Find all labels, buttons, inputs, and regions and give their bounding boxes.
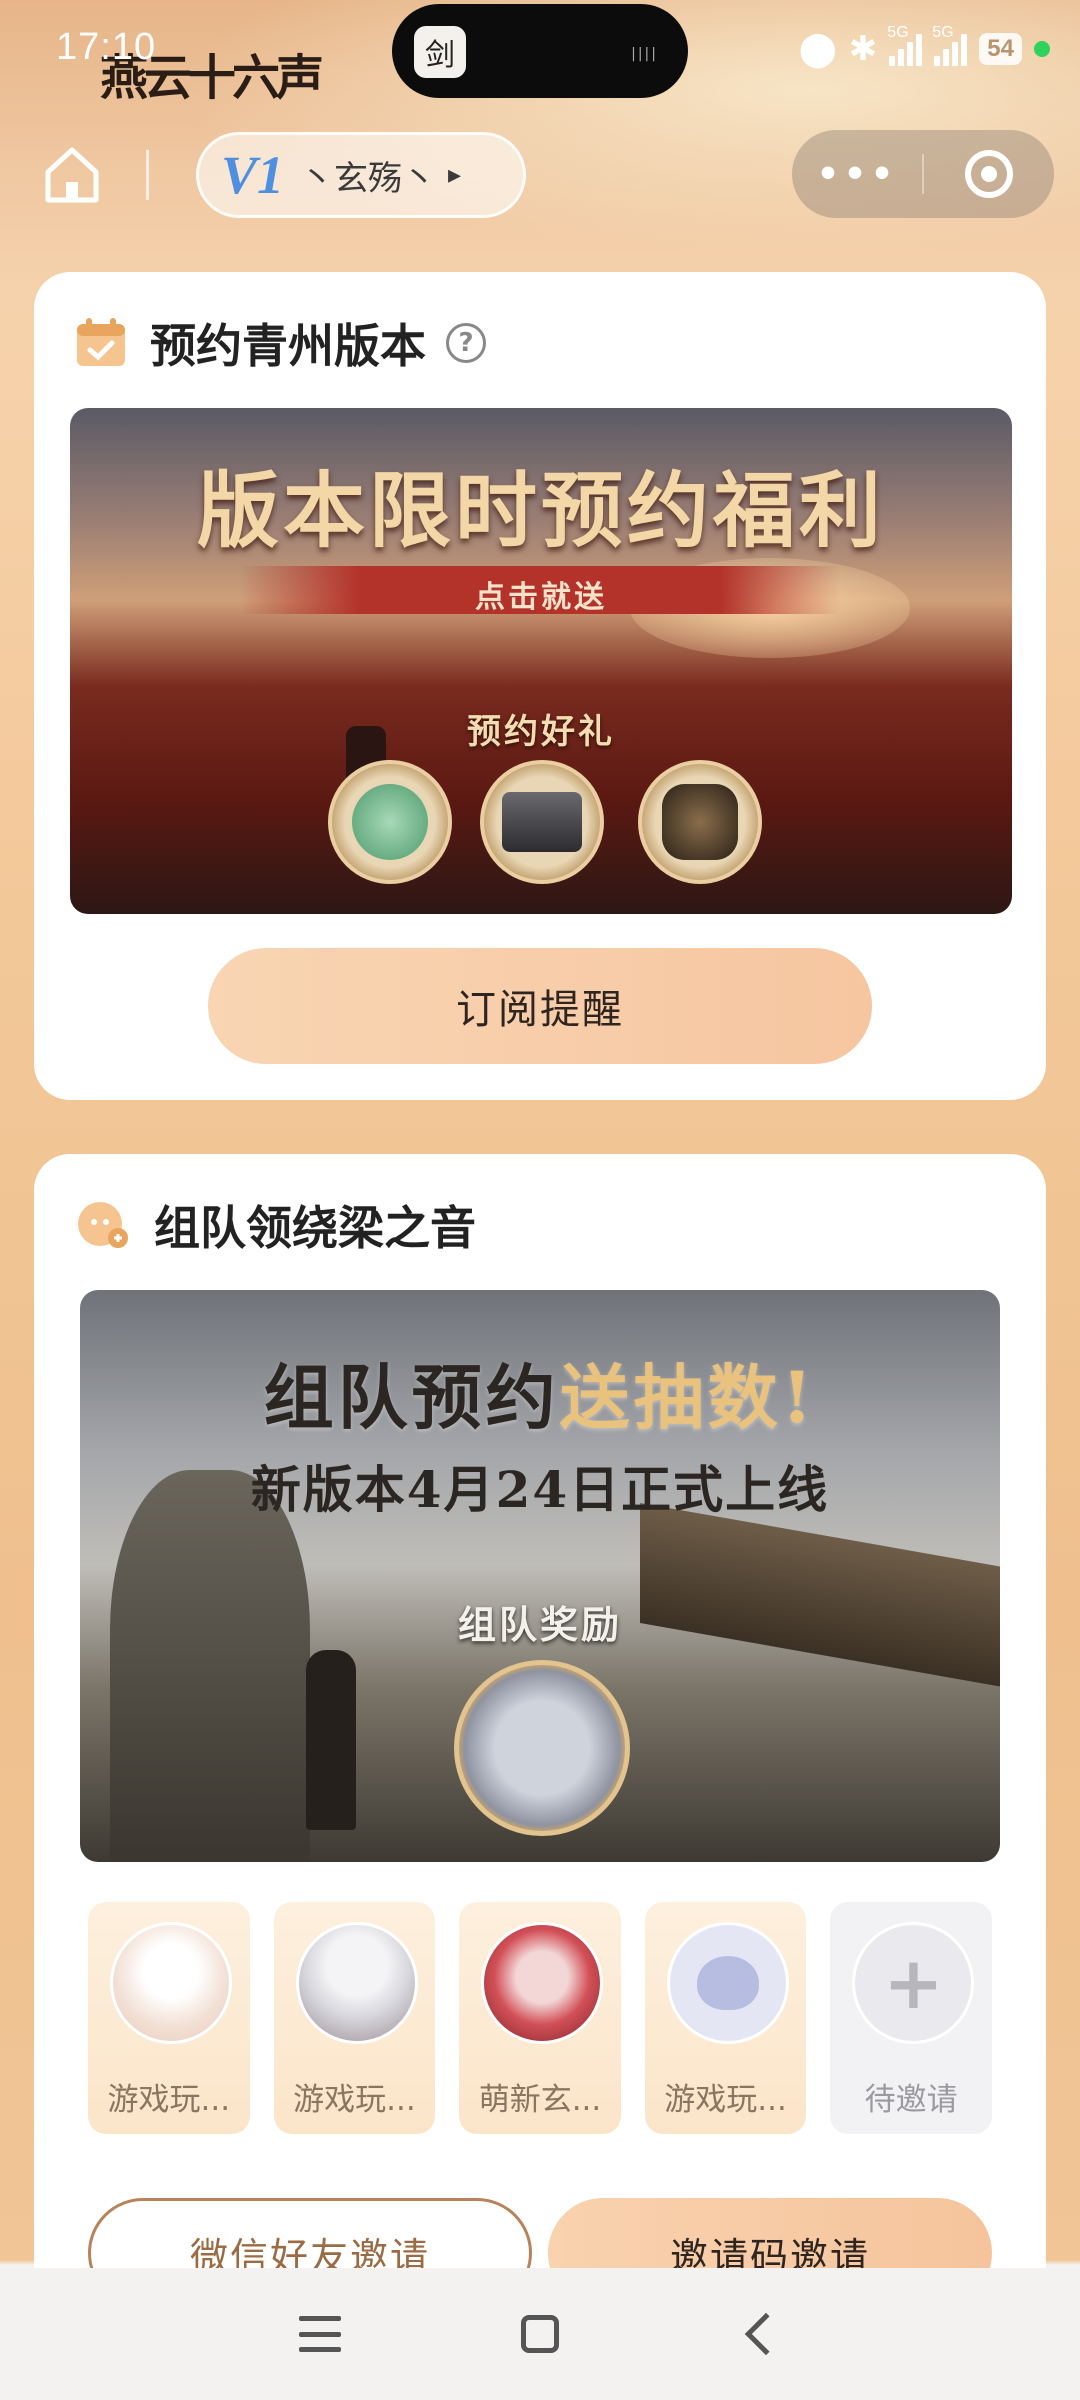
team-member-slot[interactable]: 游戏玩... [88, 1902, 250, 2134]
member-name: 游戏玩... [107, 2082, 231, 2118]
audio-wave-icon: |||| [631, 46, 658, 62]
home-nav-button[interactable] [521, 2315, 559, 2353]
reward-chest-icon [480, 760, 604, 884]
member-name: 待邀请 [864, 2082, 958, 2118]
banner-headline: 组队预约送抽数! [263, 1356, 817, 1439]
privacy-indicator-dot [1034, 41, 1050, 57]
signal-icon: 5G [932, 24, 968, 66]
server-level-badge: V1 [221, 145, 285, 205]
banner-subline: 点击就送 [475, 580, 607, 615]
close-miniprogram-button[interactable] [924, 150, 1054, 198]
server-character-name: 丶玄殇丶 [300, 158, 437, 199]
member-name: 游戏玩... [664, 2082, 787, 2118]
member-name: 游戏玩... [293, 2082, 416, 2118]
system-nav-bar [0, 2268, 1080, 2400]
reward-jade-ring-icon [328, 760, 452, 884]
chevron-right-icon: ▸ [448, 160, 462, 190]
more-options-button[interactable]: ••• [792, 154, 922, 195]
battery-icon: 54 [979, 33, 1022, 65]
reward-ore-icon [638, 760, 762, 884]
app-icon: 剑 [414, 26, 466, 78]
card-title: 预约青州版本 [150, 319, 426, 373]
team-chat-icon [78, 1202, 128, 1248]
invite-member-slot[interactable]: + 待邀请 [830, 1902, 992, 2134]
avatar [666, 1922, 789, 2044]
hero-silhouette [306, 1650, 356, 1830]
cliff-scenery [110, 1470, 310, 1862]
subscribe-reminder-button[interactable]: 订阅提醒 [208, 948, 872, 1064]
banner-subline: 新版本4月24日正式上线 [250, 1460, 830, 1519]
team-member-list: 游戏玩... 游戏玩... 萌新玄... 游戏玩... + 待邀请 [88, 1902, 992, 2134]
card-header: 预约青州版本 ? [74, 312, 486, 374]
calendar-check-icon [77, 318, 125, 366]
plus-icon: + [852, 1922, 975, 2044]
help-icon[interactable]: ? [446, 323, 486, 363]
reserve-version-card: 预约青州版本 ? 版本限时预约福利 点击就送 预约好礼 订阅提醒 [34, 272, 1046, 1100]
close-circle-icon [965, 150, 1013, 198]
recent-apps-button[interactable] [299, 2316, 341, 2352]
team-member-slot[interactable]: 萌新玄... [459, 1902, 621, 2134]
status-time: 17:10 [56, 26, 157, 68]
avatar [110, 1922, 232, 2044]
status-indicators: ⬤ ✱ 5G 5G 54 [799, 22, 1050, 76]
back-button[interactable] [744, 2312, 788, 2356]
team-banner[interactable]: 组队预约送抽数! 新版本4月24日正式上线 组队奖励 [80, 1290, 1000, 1862]
reserve-banner[interactable]: 版本限时预约福利 点击就送 预约好礼 [70, 408, 1012, 914]
team-reward-label: 组队奖励 [457, 1602, 622, 1647]
card-title: 组队领绕梁之音 [154, 1201, 476, 1255]
member-name: 萌新玄... [478, 2082, 602, 2118]
server-selector[interactable]: V1 丶玄殇丶 ▸ [196, 132, 526, 218]
dynamic-island: 剑 |||| [392, 4, 688, 98]
reward-instrument-icon [454, 1660, 630, 1836]
location-icon: ⬤ [798, 30, 837, 68]
avatar [295, 1922, 418, 2044]
avatar [481, 1922, 604, 2044]
signal-icon: 5G [887, 24, 923, 66]
home-button[interactable] [44, 146, 100, 204]
gift-label: 预约好礼 [467, 712, 615, 752]
status-bar: 燕云十六声 17:10 剑 |||| ⬤ ✱ 5G 5G 54 [0, 0, 1080, 106]
team-member-slot[interactable]: 游戏玩... [273, 1902, 436, 2134]
bluetooth-icon: ✱ [848, 30, 878, 68]
nav-divider [146, 150, 149, 200]
team-member-slot[interactable]: 游戏玩... [644, 1902, 807, 2134]
miniprogram-capsule: ••• [792, 130, 1054, 218]
team-reward-card: 组队领绕梁之音 组队预约送抽数! 新版本4月24日正式上线 组队奖励 游戏玩..… [34, 1154, 1046, 2308]
banner-headline: 版本限时预约福利 [196, 463, 885, 559]
home-icon [45, 147, 99, 203]
card-header: 组队领绕梁之音 [74, 1194, 476, 1256]
